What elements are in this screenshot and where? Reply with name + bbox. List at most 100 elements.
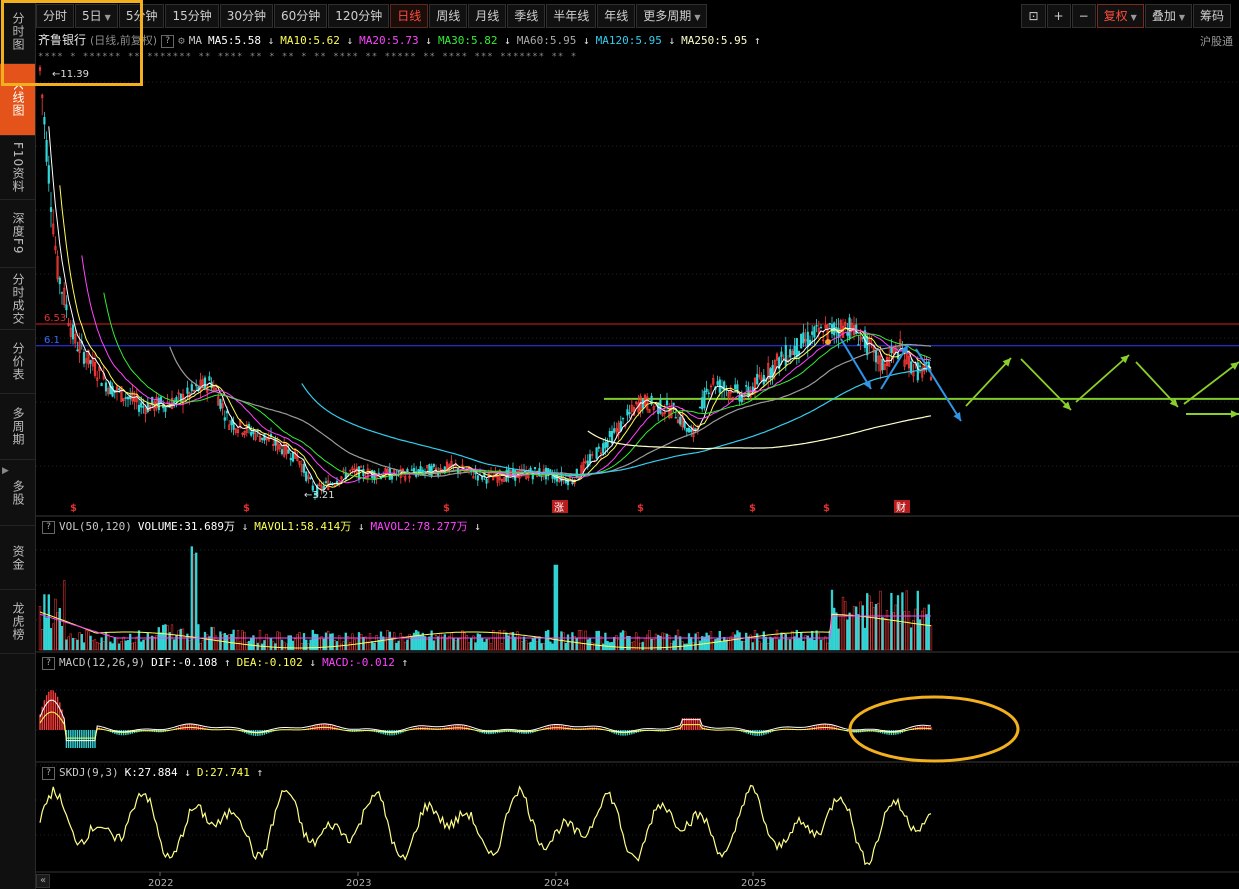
- ma30-line: [103, 292, 932, 480]
- skdj-help-icon[interactable]: ?: [42, 766, 55, 780]
- left-nav-item-2[interactable]: F10资料: [0, 136, 35, 200]
- volume-bar: [148, 636, 152, 651]
- candle-body: [641, 399, 644, 409]
- period-tab-1[interactable]: 5日 ▼: [75, 4, 118, 28]
- collapse-arrow-icon[interactable]: ▶: [2, 466, 9, 480]
- volume-bar: [696, 632, 699, 651]
- period-tab-11[interactable]: 半年线: [546, 4, 597, 28]
- volume-bar: [49, 628, 53, 651]
- volume-bar: [406, 639, 409, 651]
- dea-line: [39, 711, 932, 739]
- dropdown-caret-icon: ▼: [104, 13, 111, 22]
- volume-bar: [307, 643, 310, 651]
- fuquan-button[interactable]: 复权 ▼: [1096, 4, 1144, 28]
- period-tab-0[interactable]: 分时: [36, 4, 75, 28]
- volume-bar: [272, 641, 275, 651]
- period-tab-13[interactable]: 更多周期 ▼: [636, 4, 708, 28]
- left-nav-item-1[interactable]: K线图: [0, 64, 35, 136]
- volume-bar: [140, 641, 143, 651]
- left-nav-item-6[interactable]: 多周期: [0, 394, 35, 460]
- volume-bar: [718, 631, 721, 651]
- chips-button[interactable]: 筹码: [1192, 4, 1231, 28]
- period-tab-4[interactable]: 30分钟: [219, 4, 274, 28]
- candle-body: [280, 449, 284, 455]
- overlay-label: 叠加: [1151, 9, 1176, 23]
- volume-bar: [758, 640, 761, 651]
- candle-body: [100, 382, 103, 387]
- volume-bar: [173, 639, 176, 651]
- left-nav-item-3[interactable]: 深度F9: [0, 200, 35, 268]
- period-tab-8[interactable]: 周线: [429, 4, 468, 28]
- period-tab-12[interactable]: 年线: [597, 4, 636, 28]
- minus-icon[interactable]: −: [1071, 4, 1096, 28]
- period-tab-5[interactable]: 60分钟: [274, 4, 328, 28]
- volume-bar: [126, 640, 130, 651]
- ma-label: MA: [188, 34, 202, 47]
- volume-bar: [542, 643, 545, 651]
- vol-help-icon[interactable]: ?: [42, 520, 55, 534]
- volume-bar: [778, 639, 781, 651]
- dif-line: [39, 699, 932, 742]
- ma_line-item-text: MA120:5.95: [595, 34, 662, 47]
- macd-info-line: ? MACD(12,26,9) DIF:-0.108 ↑ DEA:-0.102 ↓ MA…: [38, 655, 414, 671]
- volume-bar: [641, 641, 644, 651]
- skdj_line-item-arrow: ↑: [249, 766, 264, 779]
- ma_line-item-arrow: ↓: [576, 34, 590, 47]
- volume-bar: [729, 636, 732, 651]
- volume-bar: [250, 638, 253, 651]
- volume-bar: [188, 639, 191, 651]
- left-nav-item-8[interactable]: 资金: [0, 526, 35, 590]
- vol_line-item-text: MAVOL2:78.277万: [370, 520, 468, 533]
- candle-body: [918, 365, 922, 368]
- left-nav-item-0[interactable]: 分时图: [0, 0, 35, 64]
- volume-bar: [720, 641, 724, 651]
- left-nav-item-4[interactable]: 分时成交: [0, 268, 35, 330]
- ma_line-item: MA30:5.82 ↓: [438, 34, 511, 47]
- volume-bar: [67, 636, 70, 651]
- volume-bar: [470, 637, 473, 651]
- volume-bar: [43, 594, 46, 651]
- period-tab-2[interactable]: 5分钟: [118, 4, 165, 28]
- unlock-icon[interactable]: ⊡: [1021, 4, 1046, 28]
- stock-name: 齐鲁银行: [38, 33, 87, 47]
- volume-bar: [390, 638, 394, 651]
- overlay-button[interactable]: 叠加 ▼: [1144, 4, 1192, 28]
- volume-bar: [65, 639, 68, 651]
- volume-bar: [419, 634, 422, 651]
- left-nav-item-9[interactable]: 龙虎榜: [0, 590, 35, 654]
- volume-bar: [870, 601, 873, 651]
- volume-bar: [261, 643, 264, 651]
- volume-bar: [142, 639, 145, 651]
- candle-body: [45, 140, 48, 162]
- candle-body: [602, 443, 605, 454]
- event-marker: 涨: [554, 502, 564, 514]
- period-tab-9[interactable]: 月线: [468, 4, 507, 28]
- volume-bar: [375, 635, 378, 651]
- settings-icon[interactable]: ⚙: [178, 34, 185, 47]
- left-nav-item-5[interactable]: 分价表: [0, 330, 35, 394]
- period-tab-6[interactable]: 120分钟: [328, 4, 390, 28]
- scroll-left-icon[interactable]: «: [36, 874, 50, 888]
- volume-bar: [540, 643, 543, 651]
- volume-bar: [82, 642, 86, 651]
- volume-bar: [87, 631, 90, 651]
- plus-icon[interactable]: +: [1046, 4, 1071, 28]
- macd-help-icon[interactable]: ?: [42, 656, 55, 670]
- vol_line-item-arrow: ↓: [234, 520, 249, 533]
- x-tick-label: 2023: [346, 878, 371, 889]
- candle-body: [716, 381, 719, 385]
- volume-bar: [868, 595, 871, 651]
- period-tab-3[interactable]: 15分钟: [165, 4, 219, 28]
- help-icon[interactable]: ?: [161, 34, 175, 48]
- volume-bar: [340, 643, 343, 651]
- volume-bar: [300, 643, 303, 651]
- volume-bar: [577, 630, 581, 651]
- volume-bar: [566, 634, 570, 651]
- volume-bar: [452, 637, 455, 651]
- volume-bar: [120, 641, 123, 651]
- period-tab-7[interactable]: 日线: [390, 4, 429, 28]
- volume-bar: [71, 637, 75, 651]
- volume-bar: [463, 632, 466, 651]
- ma_line-item-arrow: ↑: [747, 34, 761, 47]
- period-tab-10[interactable]: 季线: [507, 4, 546, 28]
